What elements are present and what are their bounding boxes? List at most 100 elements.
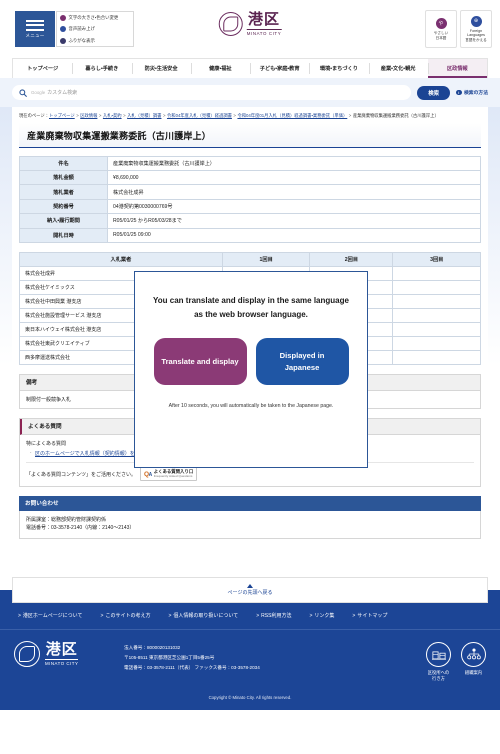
footer-main: 港区 MINATO CITY 法人番号：8000020131032 〒105-8…	[0, 629, 500, 688]
footer-link-links[interactable]: > リンク集	[309, 612, 334, 620]
footer-logo[interactable]: 港区 MINATO CITY	[14, 640, 118, 667]
footer-link-privacy[interactable]: > 個人情報の取り扱いについて	[168, 612, 238, 620]
nav-item-government[interactable]: 区政情報	[427, 59, 488, 78]
footer-logo-english: MINATO CITY	[45, 658, 79, 666]
breadcrumb-link-3[interactable]: 入札（見積）調書	[127, 113, 161, 118]
footer-phone-fax: 電話番号：03-3578-2111（代表） ファックス番号：03-3578-20…	[124, 665, 260, 671]
back-to-top-label: ページの先頭へ戻る	[227, 590, 273, 596]
contact-department: 所属課室：総務部契約管財課契約係	[26, 516, 107, 523]
qa-badge-text: よくある質問入り口 Frequently Asked Questions	[153, 469, 194, 478]
global-nav: トップページ 暮らし・手続き 防災・生活安全 健康・福祉 子ども・家庭・教育 環…	[12, 58, 488, 78]
menu-button[interactable]: メニュー	[15, 11, 55, 47]
globe-icon: ⊕	[470, 15, 482, 27]
footer-postal-address: 〒105-8511 東京都港区芝公園1丁目5番25号	[124, 655, 215, 661]
footer-logo-japanese: 港区	[45, 640, 78, 659]
modal-note: After 10 seconds, you will automatically…	[168, 403, 334, 409]
footer-link-about[interactable]: > 港区ホームページについて	[18, 612, 83, 620]
footer-link-rss[interactable]: > RSS利用方法	[256, 612, 291, 620]
breadcrumb-current: 産業廃棄物収集運搬業務委託（古川護岸上）	[352, 113, 439, 118]
foreign-languages-button[interactable]: ⊕ Foreign Languages 言語をかえる	[460, 10, 492, 48]
bid-header-round2: 2回目	[309, 251, 394, 267]
nav-item-disaster[interactable]: 防災・生活安全	[131, 59, 191, 78]
language-buttons: や やさしい 日本語 ⊕ Foreign Languages 言語をかえる	[425, 10, 492, 48]
accessibility-label-furigana: ふりがな表示	[68, 37, 95, 43]
right-gradient-stripe	[488, 107, 500, 577]
site-logo[interactable]: 港区 MINATO CITY	[218, 10, 282, 36]
bid-header-round3: 3回目	[392, 251, 481, 267]
detail-value-contract-no: 04港契約第0030000769号	[107, 198, 481, 215]
contact-phone: 電話番号：03-3578-2140（内線：2140～2143）	[26, 525, 135, 532]
breadcrumb-prefix: 現在のページ：	[19, 113, 49, 118]
contrast-icon	[60, 14, 66, 21]
bid-header-round1: 1回目	[221, 251, 311, 267]
bidder-round3	[392, 307, 481, 323]
foreign-languages-label: Foreign Languages 言語をかえる	[465, 28, 487, 42]
nav-item-environment[interactable]: 環境・まちづくり	[309, 59, 368, 78]
search-input[interactable]: Google カスタム検索	[12, 85, 412, 100]
detail-value-subject: 産業廃棄物収集運搬業務委託（古川護岸上）	[107, 155, 481, 172]
bid-detail-table: 件名 産業廃棄物収集運搬業務委託（古川護岸上） 落札金額 ¥8,690,000 …	[19, 155, 481, 243]
site-header: メニュー 文字の大きさ・色合い変更 音声読み上げ ふりがな表示 港区 MINAT…	[0, 0, 500, 58]
detail-value-opening: R05/01/25 09:00	[107, 227, 481, 243]
footer-logo-text: 港区 MINATO CITY	[45, 640, 79, 666]
nav-item-children[interactable]: 子ども・家庭・教育	[250, 59, 309, 78]
search-button[interactable]: 検索	[417, 85, 450, 100]
easy-japanese-button[interactable]: や やさしい 日本語	[425, 10, 457, 48]
chevron-right-icon: >	[168, 612, 172, 619]
building-icon	[426, 641, 451, 667]
global-nav-wrapper: トップページ 暮らし・手続き 防災・生活安全 健康・福祉 子ども・家庭・教育 環…	[0, 58, 500, 78]
detail-label-contract-no: 契約番号	[19, 198, 108, 215]
nav-item-health[interactable]: 健康・福祉	[190, 59, 250, 78]
displayed-in-japanese-button[interactable]: Displayed in Japanese	[255, 338, 349, 385]
bidder-round3	[392, 293, 481, 309]
breadcrumb-link-2[interactable]: 入札・契約	[103, 113, 122, 118]
footer-links-inner: > 港区ホームページについて > このサイトの考え方 > 個人情報の取り扱いについて …	[18, 612, 482, 620]
footer-directions-label: 区役所への 行き方	[427, 669, 450, 681]
accessibility-label-speech: 音声読み上げ	[68, 26, 95, 31]
org-chart-icon	[461, 641, 486, 667]
accessibility-item-furigana[interactable]: ふりがな表示	[60, 37, 130, 44]
footer-organization-button[interactable]: 組織案内	[461, 641, 486, 682]
table-row: 納入・履行期間 R05/01/25 からR05/03/28まで	[19, 213, 481, 229]
nav-item-industry[interactable]: 産業・文化・観光	[368, 59, 428, 78]
minato-crest-icon	[218, 12, 243, 36]
logo-english: MINATO CITY	[246, 28, 282, 36]
accessibility-item-speech[interactable]: 音声読み上げ	[60, 26, 130, 32]
footer-corporate-number: 法人番号：8000020131032	[124, 644, 181, 650]
breadcrumb-link-5[interactable]: 令和04年度01月入札（見積）経過調書・業務委託（単価）	[237, 113, 347, 118]
accessibility-item-contrast[interactable]: 文字の大きさ・色合い変更	[60, 14, 130, 21]
hamburger-icon	[26, 19, 44, 31]
footer-link-sitemap[interactable]: > サイトマップ	[352, 612, 387, 620]
back-to-top-button[interactable]: ページの先頭へ戻る	[12, 577, 488, 603]
translate-and-display-button[interactable]: Translate and display	[153, 338, 247, 385]
qa-icon: QA	[144, 470, 152, 478]
breadcrumb-link-0[interactable]: トップページ	[49, 113, 75, 118]
bidder-round3	[392, 349, 481, 365]
detail-label-opening: 開札日時	[19, 227, 108, 243]
footer-link-policy[interactable]: > このサイトの考え方	[101, 612, 151, 620]
search-how-link[interactable]: i 検索の方法	[456, 89, 488, 96]
footer-directions-button[interactable]: 区役所への 行き方	[426, 641, 451, 682]
building-glyph	[431, 651, 446, 660]
accessibility-label-contrast: 文字の大きさ・色合い変更	[68, 14, 119, 20]
copyright: Copyright © Minato City. All rights rese…	[0, 687, 500, 711]
bidder-round3	[392, 279, 481, 295]
bidder-round3	[392, 265, 481, 281]
easy-japanese-icon: や	[435, 18, 447, 30]
easy-japanese-label: やさしい 日本語	[433, 31, 449, 40]
faq-entry-badge[interactable]: QA よくある質問入り口 Frequently Asked Questions	[140, 467, 198, 481]
breadcrumb: 現在のページ：トップページ > 区政情報 > 入札・契約 > 入札（見積）調書 > 令和04年度…	[19, 113, 439, 118]
nav-item-top[interactable]: トップページ	[13, 59, 72, 78]
qa-badge-subtitle: Frequently Asked Questions	[153, 473, 193, 478]
nav-item-living[interactable]: 暮らし・手続き	[72, 59, 131, 78]
search-how-label: 検索の方法	[464, 91, 488, 96]
breadcrumb-link-4[interactable]: 令和04年度入札（見積）経過調書	[167, 113, 232, 118]
footer-organization-label: 組織案内	[464, 669, 483, 675]
logo-text: 港区 MINATO CITY	[246, 10, 282, 36]
logo-japanese: 港区	[247, 10, 280, 29]
org-chart-glyph	[466, 648, 481, 660]
detail-label-subject: 件名	[19, 155, 108, 172]
breadcrumb-link-1[interactable]: 区政情報	[80, 113, 97, 118]
faq-cta-text: 「よくある質問コンテンツ」をご活用ください。	[26, 471, 137, 478]
chevron-right-icon: >	[352, 612, 356, 619]
